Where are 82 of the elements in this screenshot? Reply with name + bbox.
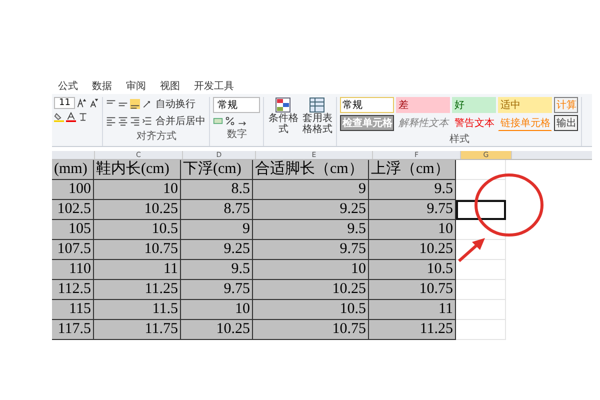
- table-cell: 10: [369, 220, 456, 240]
- cell-style-item[interactable]: 适中: [498, 97, 552, 113]
- table-cell: 10: [253, 260, 369, 280]
- table-cell: 9.25: [181, 240, 253, 260]
- table-cell: 10.75: [94, 240, 181, 260]
- ribbon-tab[interactable]: 审阅: [126, 79, 146, 93]
- align-bottom-icon[interactable]: [130, 99, 140, 109]
- header-cell: (mm): [52, 160, 94, 180]
- table-cell: 9.75: [181, 280, 253, 300]
- merge-center-button[interactable]: 合并后居中: [154, 114, 206, 128]
- cell-style-item[interactable]: 输出: [554, 115, 578, 131]
- table-cell: 10.75: [253, 320, 369, 340]
- ribbon-tab[interactable]: 视图: [160, 79, 180, 93]
- table-cell: 100: [52, 180, 94, 200]
- table-cell: 9.25: [253, 200, 369, 220]
- table-cell: 10.5: [369, 260, 456, 280]
- group-label: 样式: [449, 132, 470, 146]
- cell-style-item[interactable]: 好: [452, 97, 496, 113]
- shrink-font-icon[interactable]: [89, 98, 100, 108]
- header-cell: 上浮（cm）: [369, 160, 456, 180]
- selected-cell[interactable]: [456, 200, 506, 220]
- table-cell: 9: [253, 180, 369, 200]
- conditional-format-button[interactable]: 条件格式: [267, 97, 300, 135]
- table-cell: 9: [181, 220, 253, 240]
- table-cell: 10.75: [369, 280, 456, 300]
- table-cell: 11.25: [369, 320, 456, 340]
- number-format-dropdown[interactable]: 常规: [213, 97, 260, 113]
- table-cell: 9.5: [369, 180, 456, 200]
- table-cell: 107.5: [52, 240, 94, 260]
- table-cell: 10.25: [94, 200, 181, 220]
- annotation-circle: [474, 173, 544, 237]
- table-cell: 9.75: [253, 240, 369, 260]
- table-cell: 10.5: [253, 300, 369, 320]
- table-cell: 115: [52, 300, 94, 320]
- align-left-icon[interactable]: [106, 116, 116, 126]
- table-cell: 11.25: [94, 280, 181, 300]
- table-cell: 10: [94, 180, 181, 200]
- table-cell: 10.25: [369, 240, 456, 260]
- group-label: 对齐方式: [136, 130, 176, 143]
- grid-icon: [275, 97, 292, 113]
- ribbon-tab[interactable]: 开发工具: [194, 79, 234, 93]
- table-cell: 10.25: [253, 280, 369, 300]
- table-cell: 105: [52, 220, 94, 240]
- table-cell: 11: [369, 300, 456, 320]
- table-cell: 102.5: [52, 200, 94, 220]
- align-center-icon[interactable]: [118, 116, 128, 126]
- header-cell: 合适脚长（cm）: [253, 160, 369, 180]
- table-cell: 110: [52, 260, 94, 280]
- table-cell: 11: [94, 260, 181, 280]
- ribbon-tab[interactable]: 数据: [92, 79, 112, 93]
- table-cell: 11.75: [94, 320, 181, 340]
- header-cell: 下浮(cm): [181, 160, 253, 180]
- table-cell: 8.75: [181, 200, 253, 220]
- percent-icon[interactable]: [225, 116, 236, 126]
- table-cell: 9.5: [253, 220, 369, 240]
- table-cell: 112.5: [52, 280, 94, 300]
- header-cell: 鞋内长(cm): [94, 160, 181, 180]
- table-cell: 9.75: [369, 200, 456, 220]
- font-color-icon[interactable]: [66, 112, 76, 122]
- table-cell: 10.5: [94, 220, 181, 240]
- grow-font-icon[interactable]: [77, 98, 88, 108]
- table-format-button[interactable]: 套用表格格式: [301, 97, 334, 135]
- ribbon-tab[interactable]: 公式: [58, 79, 78, 93]
- cell-style-item[interactable]: 警告文本: [452, 115, 496, 131]
- cell-style-item[interactable]: 差: [396, 97, 450, 113]
- align-right-icon[interactable]: [130, 116, 140, 126]
- indent-icon[interactable]: [142, 116, 152, 126]
- group-label: 数字: [226, 128, 247, 141]
- table-cell: 10: [181, 300, 253, 320]
- fill-color-icon[interactable]: [54, 112, 64, 122]
- font-size-field[interactable]: 11: [54, 97, 76, 109]
- table-cell: 11.5: [94, 300, 181, 320]
- wrap-text-button[interactable]: 自动换行: [154, 97, 196, 111]
- table-cell: 8.5: [181, 180, 253, 200]
- table-cell: 10.25: [181, 320, 253, 340]
- table-icon: [309, 97, 326, 113]
- cell-style-item[interactable]: 常规: [340, 97, 394, 113]
- font-style-icon[interactable]: [78, 112, 88, 122]
- orientation-icon[interactable]: [142, 99, 152, 109]
- table-cell: 9.5: [181, 260, 253, 280]
- table-cell: 117.5: [52, 320, 94, 340]
- cell-style-item[interactable]: 解释性文本: [396, 115, 450, 131]
